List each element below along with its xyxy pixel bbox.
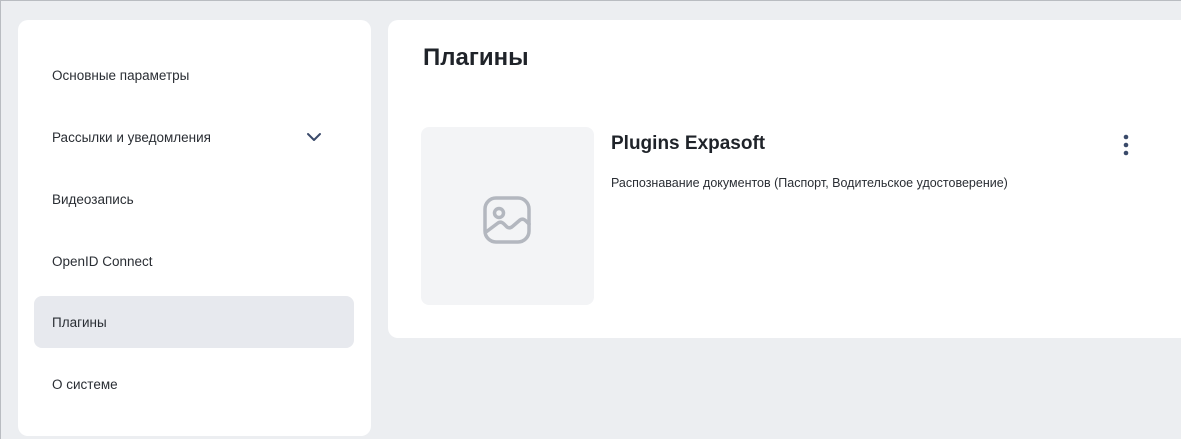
plugins-panel: Плагины Plugins Expasoft Распознавание д… — [388, 20, 1181, 338]
page-title: Плагины — [423, 44, 529, 71]
plugin-description: Распознавание документов (Паспорт, Водит… — [611, 176, 1008, 190]
sidebar-item-notifications[interactable]: Рассылки и уведомления — [34, 111, 354, 163]
sidebar-item-label: OpenID Connect — [52, 253, 153, 269]
sidebar-item-label: Плагины — [52, 314, 107, 330]
plugin-name: Plugins Expasoft — [611, 133, 766, 154]
settings-sidebar: Основные параметры Рассылки и уведомлени… — [18, 20, 371, 436]
sidebar-item-general[interactable]: Основные параметры — [34, 49, 354, 101]
more-vertical-icon[interactable] — [1118, 132, 1134, 160]
sidebar-item-video-recording[interactable]: Видеозапись — [34, 173, 354, 225]
sidebar-item-label: Рассылки и уведомления — [52, 129, 211, 145]
sidebar-item-label: О системе — [52, 376, 118, 392]
sidebar-item-openid-connect[interactable]: OpenID Connect — [34, 235, 354, 287]
image-placeholder-icon — [483, 196, 531, 244]
sidebar-item-label: Основные параметры — [52, 67, 190, 83]
plugin-thumbnail — [421, 127, 594, 305]
sidebar-item-about-system[interactable]: О системе — [34, 358, 354, 410]
sidebar-item-plugins[interactable]: Плагины — [34, 296, 354, 348]
chevron-down-icon[interactable] — [306, 131, 322, 143]
sidebar-item-label: Видеозапись — [52, 191, 134, 207]
